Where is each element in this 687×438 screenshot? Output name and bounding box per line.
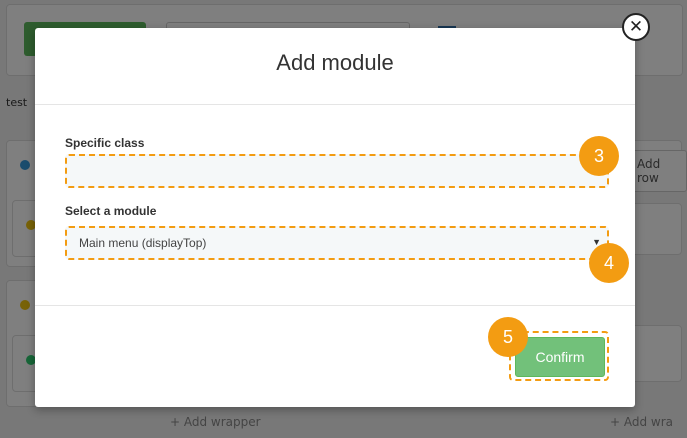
step-badge-3: 3: [579, 136, 619, 176]
specific-class-field-highlight: [65, 154, 609, 188]
confirm-button[interactable]: Confirm: [515, 337, 605, 377]
dialog-title: Add module: [276, 50, 394, 75]
divider-bottom: [35, 305, 635, 306]
add-module-dialog: Add module Specific class Select a modul…: [35, 28, 635, 407]
divider-top: [35, 104, 635, 105]
step-badge-4: 4: [589, 243, 629, 283]
close-button[interactable]: ✕: [622, 13, 650, 41]
select-module-field-highlight: Main menu (displayTop) ▼: [65, 226, 609, 260]
specific-class-label: Specific class: [65, 136, 145, 150]
specific-class-input[interactable]: [67, 156, 607, 186]
module-select-value: Main menu (displayTop): [79, 236, 207, 250]
module-select[interactable]: Main menu (displayTop) ▼: [67, 228, 607, 258]
step-badge-5: 5: [488, 317, 528, 357]
close-icon: ✕: [628, 16, 644, 37]
select-module-label: Select a module: [65, 204, 157, 218]
